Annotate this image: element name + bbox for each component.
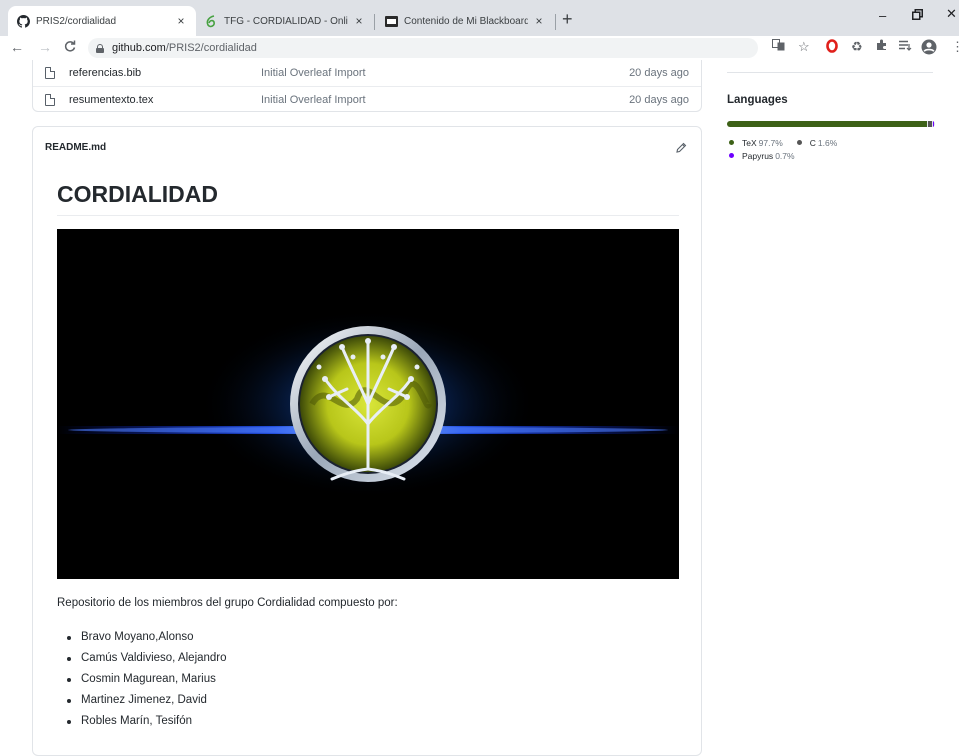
file-row[interactable]: referencias.bib Initial Overleaf Import … [33, 60, 701, 86]
restore-icon[interactable] [912, 8, 923, 23]
list-item: Martinez Jimenez, David [57, 690, 227, 711]
commit-message[interactable]: Initial Overleaf Import [261, 67, 366, 79]
readme-description: Repositorio de los miembros del grupo Co… [57, 597, 398, 609]
overleaf-icon [204, 14, 218, 28]
language-percent: 97.7% [758, 137, 783, 148]
readme-filename: README.md [45, 141, 107, 153]
file-icon [45, 93, 55, 106]
language-item-c[interactable]: C 1.6% [796, 136, 838, 149]
list-item: Bravo Moyano,Alonso [57, 627, 227, 648]
language-bar-segment-papyrus[interactable] [932, 121, 934, 127]
opera-icon[interactable] [826, 39, 838, 57]
recycle-extension-icon[interactable]: ♻ [851, 39, 863, 55]
readme-header: README.md [33, 127, 701, 167]
profile-avatar-icon[interactable] [921, 39, 937, 59]
list-item: Cosmin Magurean, Marius [57, 669, 227, 690]
cordialidad-logo-banner [57, 229, 679, 579]
extensions-puzzle-icon[interactable] [876, 39, 888, 55]
languages-title: Languages [727, 94, 788, 106]
close-tab-icon[interactable]: × [174, 14, 188, 28]
commit-age: 20 days ago [629, 67, 689, 79]
reading-list-icon[interactable] [899, 39, 912, 55]
url-path: /PRIS2/cordialidad [165, 42, 257, 54]
member-list: Bravo Moyano,Alonso Camús Valdivieso, Al… [57, 627, 227, 732]
tab-label: TFG - CORDIALIDAD - Online La [224, 15, 348, 27]
url-host: github.com [112, 42, 166, 54]
language-name: Papyrus [742, 150, 774, 161]
back-arrow-icon[interactable]: ← [10, 39, 24, 55]
tab-github-cordialidad[interactable]: PRIS2/cordialidad × [8, 6, 196, 36]
language-color-dot [729, 153, 734, 158]
file-list: referencias.bib Initial Overleaf Import … [32, 60, 702, 112]
languages-bar [727, 121, 935, 127]
star-bookmark-icon[interactable]: ☆ [798, 39, 810, 55]
github-icon [16, 14, 30, 28]
menu-dots-icon[interactable]: ⋮ [951, 39, 959, 55]
commit-message[interactable]: Initial Overleaf Import [261, 94, 366, 106]
file-name[interactable]: resumentexto.tex [69, 94, 153, 106]
lock-icon [96, 43, 104, 53]
tab-label: PRIS2/cordialidad [36, 15, 117, 27]
language-name: C [809, 137, 816, 148]
repository-page: referencias.bib Initial Overleaf Import … [0, 60, 959, 756]
close-tab-icon[interactable]: × [532, 14, 546, 28]
readme-title: CORDIALIDAD [57, 181, 679, 216]
reload-icon[interactable] [64, 39, 76, 55]
tab-divider [374, 14, 375, 30]
language-name: TeX [742, 137, 757, 148]
language-color-dot [729, 140, 734, 145]
tab-label: Contenido de Mi Blackboard – B [404, 15, 528, 27]
address-bar[interactable]: github.com/PRIS2/cordialidad [88, 38, 758, 58]
forward-arrow-icon[interactable]: → [38, 39, 52, 55]
blackboard-icon [384, 14, 398, 28]
sidebar-divider [727, 72, 933, 73]
list-item: Camús Valdivieso, Alejandro [57, 648, 227, 669]
language-bar-segment-tex[interactable] [727, 121, 928, 127]
list-item: Robles Marín, Tesifón [57, 711, 227, 732]
pencil-edit-icon[interactable] [675, 141, 687, 153]
tab-overleaf[interactable]: TFG - CORDIALIDAD - Online La × [196, 6, 374, 36]
languages-legend: TeX 97.7% C 1.6% Papyrus 0.7% [729, 136, 937, 162]
commit-age: 20 days ago [629, 93, 689, 106]
tab-divider [555, 14, 556, 30]
language-bar-segment-c[interactable] [928, 121, 932, 127]
translate-icon[interactable] [772, 39, 785, 55]
language-item-tex[interactable]: TeX 97.7% [729, 136, 783, 149]
close-window-icon[interactable]: ✕ [946, 6, 957, 22]
language-percent: 1.6% [817, 137, 838, 148]
language-percent: 0.7% [775, 150, 795, 161]
browser-toolbar: ← → github.com/PRIS2/cordialidad ☆ ♻ ⋮ [0, 36, 959, 60]
readme-box: README.md CORDIALIDAD Repositorio de los… [32, 126, 702, 756]
new-tab-button[interactable]: + [562, 10, 573, 28]
browser-tab-bar: PRIS2/cordialidad × TFG - CORDIALIDAD - … [0, 0, 959, 36]
language-color-dot [796, 140, 802, 145]
tab-blackboard[interactable]: Contenido de Mi Blackboard – B × [376, 6, 554, 36]
language-item-papyrus[interactable]: Papyrus 0.7% [729, 149, 795, 162]
file-row[interactable]: resumentexto.tex Initial Overleaf Import… [33, 86, 701, 112]
file-icon [45, 67, 55, 79]
close-tab-icon[interactable]: × [352, 14, 366, 28]
file-name[interactable]: referencias.bib [69, 67, 141, 79]
minimize-icon[interactable]: – [879, 8, 886, 23]
